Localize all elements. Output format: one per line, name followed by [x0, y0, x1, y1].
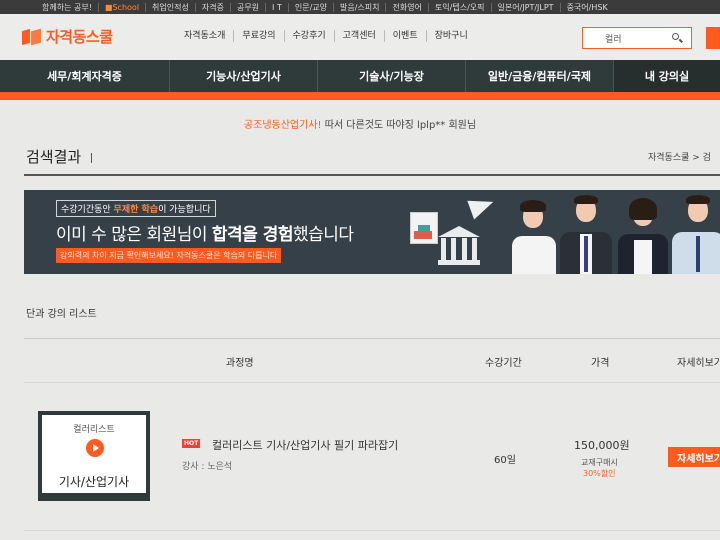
banner-headline: 이미 수 많은 회원님이 합격을 경험했습니다 — [56, 220, 354, 245]
top-link-job[interactable]: 취업인적성 — [146, 2, 196, 12]
search-input[interactable]: 컬러 — [583, 32, 669, 45]
chart-document-icon — [410, 212, 438, 244]
top-link-civil[interactable]: 공무원 — [231, 2, 267, 12]
top-link-chinese[interactable]: 중국어/HSK — [561, 3, 614, 12]
banner-person-1 — [508, 194, 560, 274]
column-header-course: 과정명 — [226, 358, 254, 369]
banner-subline: 강의력의 차이 지금 확인해보세요! 자격동스쿨은 학습의 다릅니다 — [56, 248, 282, 263]
column-header-detail: 자세히보기 — [677, 358, 720, 369]
welcome-text: 따서 다른것도 따야징 lplp** 회원님 — [321, 120, 477, 131]
welcome-highlight: 공조냉동산업기사! — [243, 120, 322, 131]
top-link-japanese[interactable]: 일본어/JPT/JLPT — [492, 2, 561, 12]
nav-customer-center[interactable]: 고객센터 — [335, 30, 385, 42]
building-icon — [438, 226, 480, 266]
title-divider — [91, 152, 93, 163]
course-title-link[interactable]: 컬러리스트 기사/산업기사 필기 파라잡기 — [212, 437, 398, 453]
page-title-text: 검색결과 — [26, 148, 82, 166]
nav-about[interactable]: 자격동소개 — [176, 30, 235, 42]
page-title: 검색결과 — [26, 146, 93, 167]
course-period: 60일 — [494, 455, 516, 466]
top-utility-bar: 함께하는 공부! ■School 취업인적성 자격증 공무원 I T 인문/교양… — [0, 0, 720, 14]
banner-line1-pre: 수강기간동안 — [61, 205, 114, 215]
course-price: 150,000원 — [574, 439, 630, 452]
table-row-border — [24, 530, 720, 531]
logo-icon — [22, 28, 42, 46]
hot-badge: HOT — [182, 439, 201, 448]
site-header: 자격동스쿨 자격동소개 무료강의 수강후기 고객센터 이벤트 장바구니 컬러 — [0, 14, 720, 60]
detail-button[interactable]: 자세히보기 — [668, 447, 720, 467]
top-link-it[interactable]: I T — [266, 2, 289, 12]
paper-plane-icon — [467, 192, 497, 220]
nav-event[interactable]: 이벤트 — [385, 30, 427, 42]
course-teacher: 강사 : 노은석 — [182, 462, 233, 472]
top-link-humanities[interactable]: 인문/교양 — [289, 2, 334, 12]
nav-reviews[interactable]: 수강후기 — [285, 30, 335, 42]
nav-free-lecture[interactable]: 무료강의 — [234, 30, 285, 42]
search-box[interactable]: 컬러 — [582, 27, 692, 49]
category-engineer[interactable]: 기술사/기능장 — [318, 60, 466, 92]
banner-person-4 — [668, 190, 720, 274]
banner-person-3 — [614, 192, 672, 274]
top-link-toeic[interactable]: 토익/텝스/오픽 — [429, 2, 492, 12]
thumbnail-category: 기사/산업기사 — [58, 475, 130, 489]
banner-headline-pre: 이미 수 많은 회원님이 — [56, 225, 212, 245]
breadcrumb[interactable]: 자격동스쿨 > 검 — [648, 150, 711, 163]
category-tax-accounting[interactable]: 세무/회계자격증 — [0, 60, 170, 92]
welcome-message: 공조냉동산업기사! 따서 다른것도 따야징 lplp** 회원님 — [0, 116, 720, 131]
banner-line1-post: 이 가능합니다 — [158, 205, 211, 215]
top-link-slogan: 함께하는 공부! — [36, 2, 99, 12]
top-link-school[interactable]: ■School — [99, 2, 147, 12]
promo-banner[interactable]: 수강기간동안 무제한 학습이 가능합니다 이미 수 많은 회원님이 합격을 경험… — [24, 190, 720, 274]
category-my-classroom[interactable]: 내 강의실 — [614, 60, 720, 92]
top-link-license[interactable]: 자격증 — [196, 2, 231, 12]
course-thumbnail[interactable]: 컬러리스트 기사/산업기사 — [38, 411, 150, 501]
login-button[interactable] — [706, 27, 720, 49]
play-icon[interactable] — [86, 439, 104, 457]
category-technician[interactable]: 기능사/산업기사 — [170, 60, 318, 92]
accent-bar — [0, 92, 720, 100]
search-icon[interactable] — [669, 30, 685, 46]
title-underline — [24, 174, 720, 176]
top-link-phone-english[interactable]: 전화영어 — [386, 2, 429, 12]
thumbnail-label: 컬러리스트 — [73, 425, 115, 435]
price-note: 교재구매시 — [581, 458, 618, 467]
category-general-finance[interactable]: 일반/금융/컴퓨터/국제 — [466, 60, 614, 92]
logo-text: 자격동스쿨 — [46, 28, 113, 46]
table-header-bottom-border — [24, 382, 720, 383]
banner-line1: 수강기간동안 무제한 학습이 가능합니다 — [56, 200, 216, 217]
column-header-price: 가격 — [591, 358, 610, 369]
nav-cart[interactable]: 장바구니 — [427, 30, 476, 42]
banner-headline-bold: 합격을 경험 — [211, 225, 294, 245]
banner-person-2 — [556, 190, 616, 274]
table-header-top-border — [24, 338, 720, 339]
banner-line1-highlight: 무제한 학습 — [113, 205, 159, 215]
global-nav: 자격동소개 무료강의 수강후기 고객센터 이벤트 장바구니 — [176, 30, 476, 42]
top-link-speech[interactable]: 발음/스피치 — [334, 2, 387, 12]
category-nav: 세무/회계자격증 기능사/산업기사 기술사/기능장 일반/금융/컴퓨터/국제 내… — [0, 60, 720, 92]
column-header-period: 수강기간 — [485, 358, 522, 369]
site-logo[interactable]: 자격동스쿨 — [22, 26, 113, 47]
discount-note: 30%할인 — [583, 469, 616, 478]
banner-headline-post: 했습니다 — [293, 225, 354, 245]
list-title: 단과 강의 리스트 — [26, 309, 97, 320]
